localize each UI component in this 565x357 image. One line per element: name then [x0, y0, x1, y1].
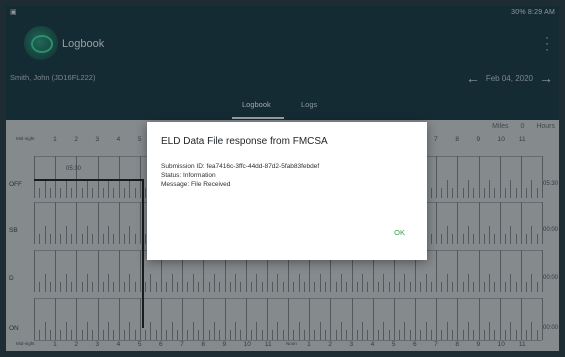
- fmcsa-response-dialog: ELD Data File response from FMCSA Submis…: [147, 122, 427, 260]
- submission-id-text: Submission ID: fea7416c-3ffc-44dd-87d2-5…: [161, 163, 320, 170]
- device-frame: ▣ 30% 8:29 AM Logbook · · · Smith, John (J…: [0, 0, 565, 357]
- dialog-title: ELD Data File response from FMCSA: [161, 136, 328, 147]
- app-screen: ▣ 30% 8:29 AM Logbook · · · Smith, John (J…: [6, 6, 559, 351]
- status-text: Status: Information: [161, 172, 216, 179]
- message-text: Message: File Received: [161, 181, 231, 188]
- ok-button[interactable]: OK: [394, 228, 405, 237]
- dialog-body: Submission ID: fea7416c-3ffc-44dd-87d2-5…: [161, 162, 319, 189]
